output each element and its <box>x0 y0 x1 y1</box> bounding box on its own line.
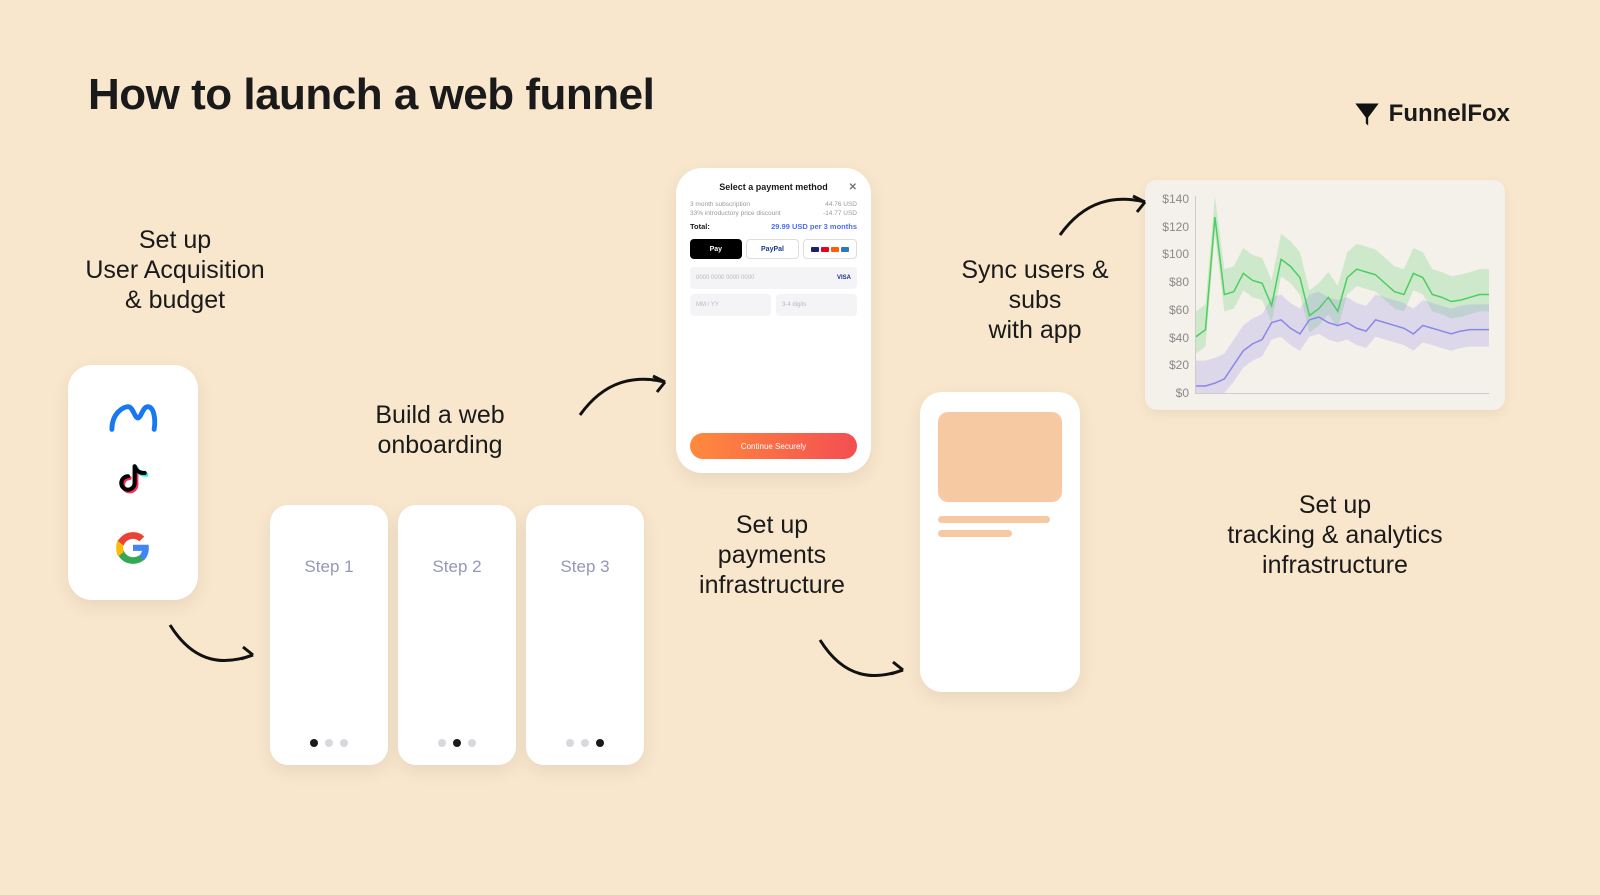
brand-logo: FunnelFox <box>1353 100 1510 128</box>
apple-pay-button: Pay <box>690 239 742 259</box>
continue-button: Continue Securely <box>690 433 857 459</box>
caption-tracking: Set uptracking & analyticsinfrastructure <box>1165 490 1505 580</box>
onboarding-step-2: Step 2 <box>398 505 516 765</box>
pager-dots <box>398 739 516 747</box>
onboarding-step-1: Step 1 <box>270 505 388 765</box>
flow-arrow-icon <box>165 615 265 675</box>
brand-text: FunnelFox <box>1389 100 1510 128</box>
caption-sync: Sync users &subswith app <box>905 255 1165 345</box>
ua-sources-card <box>68 365 198 600</box>
caption-user-acquisition: Set upUser Acquisition& budget <box>45 225 305 315</box>
tiktok-icon <box>107 457 159 509</box>
chart-y-axis-labels: $140$120$100$80$60$40$20$0 <box>1155 192 1189 400</box>
google-icon <box>107 522 159 574</box>
pager-dots <box>270 739 388 747</box>
page-title: How to launch a web funnel <box>88 70 654 120</box>
image-placeholder <box>938 412 1062 502</box>
paypal-button: PayPal <box>746 239 800 259</box>
card-cvv-input: 3-4 digits <box>776 294 857 316</box>
flow-arrow-icon <box>575 370 675 425</box>
step-label: Step 1 <box>270 557 388 577</box>
text-placeholder-line <box>938 516 1050 523</box>
step-label: Step 2 <box>398 557 516 577</box>
app-sync-mock <box>920 392 1080 692</box>
flow-arrow-icon <box>815 630 915 690</box>
text-placeholder-line <box>938 530 1012 537</box>
pager-dots <box>526 739 644 747</box>
step-label: Step 3 <box>526 557 644 577</box>
onboarding-step-3: Step 3 <box>526 505 644 765</box>
chart-plot-area <box>1195 196 1489 394</box>
payment-phone-mock: Select a payment method ✕ 3 month subscr… <box>676 168 871 473</box>
analytics-chart: $140$120$100$80$60$40$20$0 <box>1145 180 1505 410</box>
close-icon: ✕ <box>849 182 857 193</box>
funnelfox-icon <box>1353 100 1381 128</box>
flow-arrow-icon <box>1055 190 1155 245</box>
card-expiry-input: MM / YY <box>690 294 771 316</box>
payment-header: Select a payment method ✕ <box>690 182 857 192</box>
card-brands-button <box>803 239 857 259</box>
meta-icon <box>107 392 159 444</box>
chart-lines-icon <box>1196 196 1489 393</box>
payment-method-buttons: Pay PayPal <box>690 239 857 259</box>
caption-onboarding: Build a webonboarding <box>310 400 570 460</box>
caption-payments: Set uppaymentsinfrastructure <box>642 510 902 600</box>
card-number-input: 0000 0000 0000 0000 VISA <box>690 267 857 289</box>
